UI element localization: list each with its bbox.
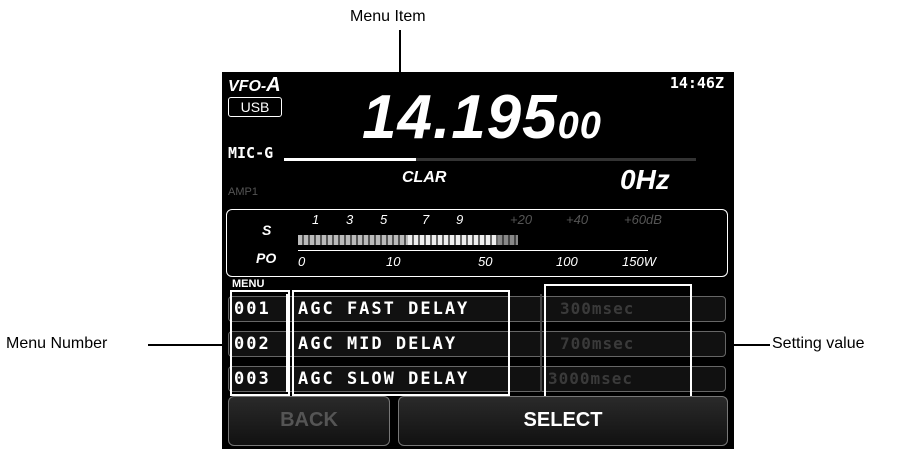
frequency-display: 14.19500 xyxy=(362,82,602,153)
s-tick-plus60db: +60dB xyxy=(624,212,662,227)
clar-value: 0Hz xyxy=(620,164,670,195)
po-tick-100: 100 xyxy=(556,254,578,269)
column-divider-item xyxy=(540,294,542,392)
po-scale-line xyxy=(298,250,648,251)
clar-label: CLAR xyxy=(402,169,447,186)
callout-menu-number: Menu Number xyxy=(6,335,108,352)
s-tick-3: 3 xyxy=(346,212,354,227)
po-meter-label: PO xyxy=(256,250,277,266)
highlight-box-menu-item xyxy=(292,290,510,396)
mic-gain-bar-track xyxy=(416,158,696,161)
s-tick-1: 1 xyxy=(312,212,320,227)
callout-setting-value: Setting value xyxy=(772,335,865,352)
highlight-box-menu-number xyxy=(230,290,290,396)
menu-label: MENU xyxy=(232,278,265,290)
radio-display-screen: VFO-A 14:46Z USB MIC-G 14.19500 CLAR 0Hz… xyxy=(222,72,734,449)
amp-label: AMP1 xyxy=(228,186,258,198)
callout-menu-item: Menu Item xyxy=(350,8,426,25)
mic-gain-bar xyxy=(284,158,416,161)
back-button[interactable]: BACK xyxy=(228,396,390,446)
po-tick-10: 10 xyxy=(386,254,401,269)
s-tick-plus40: +40 xyxy=(566,212,589,227)
clock-time: 14:46Z xyxy=(669,74,724,92)
s-meter-label: S xyxy=(262,222,272,238)
meter-bar-rest xyxy=(498,235,518,245)
po-tick-150w: 150W xyxy=(622,254,656,269)
s-tick-5: 5 xyxy=(380,212,388,227)
frequency-sub: 00 xyxy=(557,105,602,147)
s-tick-plus20: +20 xyxy=(510,212,533,227)
s-tick-9: 9 xyxy=(456,212,464,227)
back-button-label: BACK xyxy=(280,409,338,431)
mode-badge[interactable]: USB xyxy=(228,97,282,117)
frequency-main: 14.195 xyxy=(362,83,558,152)
meter-bar-lit xyxy=(298,235,408,245)
highlight-box-setting-value xyxy=(544,284,692,398)
po-tick-50: 50 xyxy=(478,254,493,269)
callout-menu-number-line xyxy=(148,344,232,346)
meter-bar-white xyxy=(408,235,498,245)
select-button-label: SELECT xyxy=(523,409,603,431)
po-tick-0: 0 xyxy=(298,254,306,269)
mic-gain-label: MIC-G xyxy=(228,144,274,162)
select-button[interactable]: SELECT xyxy=(398,396,728,446)
vfo-indicator: VFO-A xyxy=(228,74,281,96)
s-tick-7: 7 xyxy=(422,212,430,227)
